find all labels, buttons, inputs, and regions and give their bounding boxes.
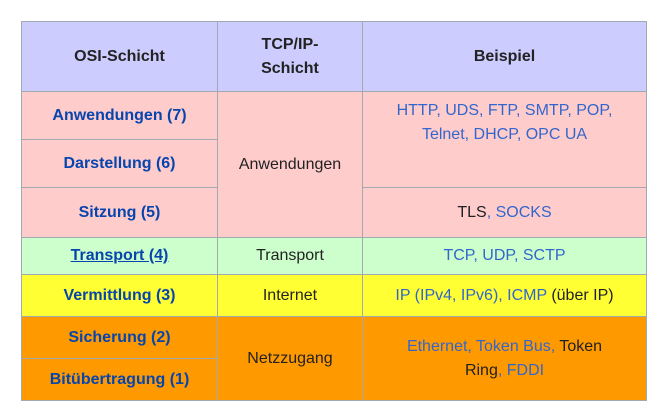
link-tls[interactable]: TLS <box>457 204 486 221</box>
link-udp[interactable]: UDP <box>482 247 514 264</box>
link-smtp[interactable]: SMTP <box>525 102 567 119</box>
example-session-protocols: TLS, SOCKS <box>362 187 647 238</box>
osi-layer-presentation[interactable]: Darstellung (6) <box>21 139 218 188</box>
link-token-ring-1[interactable]: Token <box>559 338 602 355</box>
header-tcpip-line2: Schicht <box>261 59 319 77</box>
link-ftp[interactable]: FTP <box>488 102 516 119</box>
link-http[interactable]: HTTP <box>397 102 437 119</box>
osi-layer-physical[interactable]: Bitübertragung (1) <box>21 358 218 401</box>
link-ethernet[interactable]: Ethernet <box>407 338 467 355</box>
link-icmp[interactable]: ICMP <box>507 287 547 304</box>
osi-tcpip-table: OSI-Schicht TCP/IP- Schicht Beispiel Anw… <box>21 21 647 401</box>
link-uds[interactable]: UDS <box>445 102 479 119</box>
link-ipv4[interactable]: IPv4 <box>420 287 452 304</box>
table-header-row: OSI-Schicht TCP/IP- Schicht Beispiel <box>21 21 647 92</box>
table-row: Sicherung (2) Netzzugang Ethernet, Token… <box>21 316 647 401</box>
link-ipv6[interactable]: IPv6 <box>461 287 493 304</box>
example-network-protocols: IP (IPv4, IPv6), ICMP (über IP) <box>362 274 647 317</box>
link-sctp[interactable]: SCTP <box>523 247 566 264</box>
link-opc-ua[interactable]: OPC UA <box>526 126 587 143</box>
tcpip-layer-transport: Transport <box>217 237 363 275</box>
link-pop[interactable]: POP <box>576 102 608 119</box>
header-tcpip-line1: TCP/IP- <box>261 35 319 53</box>
header-osi-layer: OSI-Schicht <box>21 21 218 92</box>
osi-layer-data-link[interactable]: Sicherung (2) <box>21 316 218 359</box>
link-socks[interactable]: SOCKS <box>496 204 552 221</box>
table-row: Transport (4) Transport TCP, UDP, SCTP <box>21 237 647 275</box>
link-fddi[interactable]: FDDI <box>507 362 544 379</box>
osi-layer-transport[interactable]: Transport (4) <box>21 237 218 275</box>
link-token-bus[interactable]: Token Bus <box>476 338 551 355</box>
header-example: Beispiel <box>362 21 647 92</box>
osi-layer-application[interactable]: Anwendungen (7) <box>21 91 218 140</box>
tcpip-layer-internet: Internet <box>217 274 363 317</box>
text-ueber-ip: (über IP) <box>551 286 614 304</box>
link-telnet[interactable]: Telnet <box>422 126 465 143</box>
example-application-protocols: HTTP, UDS, FTP, SMTP, POP, Telnet, DHCP,… <box>362 91 647 188</box>
header-tcpip-layer: TCP/IP- Schicht <box>217 21 363 92</box>
link-ip[interactable]: IP <box>395 287 410 304</box>
link-dhcp[interactable]: DHCP <box>474 126 517 143</box>
table-row: Vermittlung (3) Internet IP (IPv4, IPv6)… <box>21 274 647 317</box>
tcpip-layer-application: Anwendungen <box>217 91 363 238</box>
osi-layer-network[interactable]: Vermittlung (3) <box>21 274 218 317</box>
link-tcp[interactable]: TCP <box>443 247 473 264</box>
table-row: Anwendungen (7) Anwendungen HTTP, UDS, F… <box>21 91 647 238</box>
osi-layer-session[interactable]: Sitzung (5) <box>21 187 218 238</box>
example-transport-protocols: TCP, UDP, SCTP <box>362 237 647 275</box>
example-link-protocols: Ethernet, Token Bus, Token Ring, FDDI <box>362 316 647 401</box>
tcpip-layer-link: Netzzugang <box>217 316 363 401</box>
link-token-ring-2[interactable]: Ring <box>465 362 498 379</box>
